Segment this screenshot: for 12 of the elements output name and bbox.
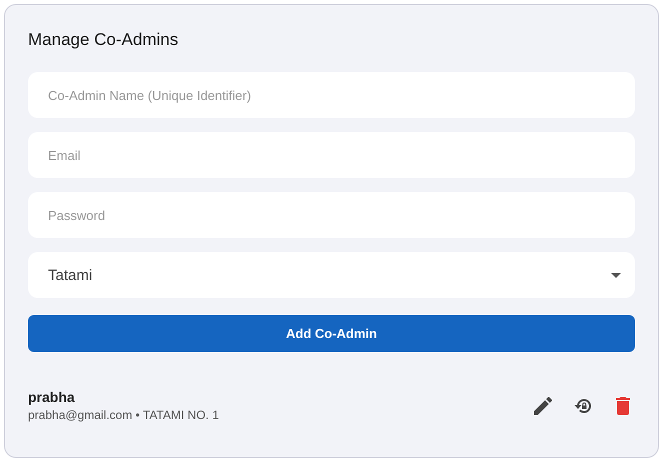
input-field[interactable]: Email <box>28 132 635 178</box>
trash-icon <box>616 396 630 414</box>
input-field[interactable]: Password <box>28 192 635 238</box>
admin-details: prabha@gmail.com • TATAMI NO. 1 <box>28 408 220 422</box>
add-button[interactable]: Add Co-Admin <box>28 315 635 352</box>
lock-reset-icon <box>573 396 593 414</box>
pencil-icon <box>534 396 552 414</box>
section-title: Manage Co-Admins <box>28 29 180 51</box>
caret-icon <box>611 272 621 278</box>
admin-name: prabha <box>28 389 76 405</box>
select-field[interactable]: Tatami <box>28 252 635 298</box>
input-field[interactable]: Co-Admin Name (Unique Identifier) <box>28 72 635 118</box>
